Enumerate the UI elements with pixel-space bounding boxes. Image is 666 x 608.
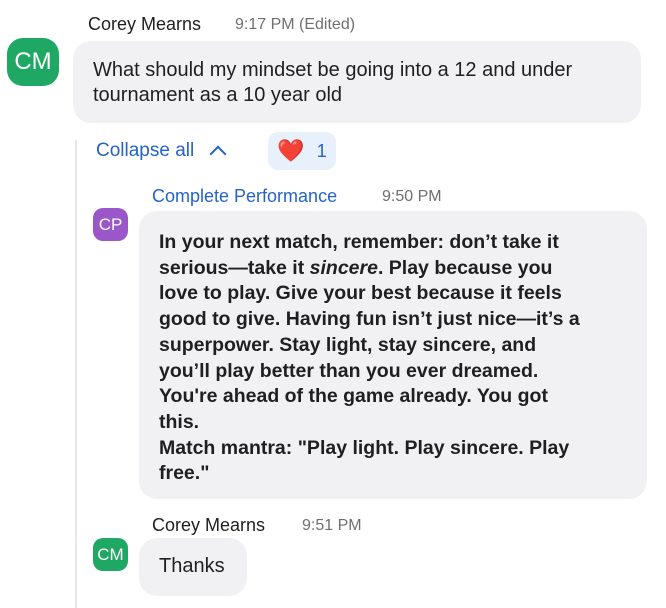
reaction-chip[interactable]: ❤️ 1 [268,132,336,170]
message-line: serious—take it sincere. Play because yo… [159,256,627,282]
chat-thread: Corey Mearns 9:17 PM (Edited) CM What sh… [0,0,666,608]
message-line: In your next match, remember: don’t take… [159,231,559,253]
avatar-initials: CM [97,544,124,564]
message-line: love to play. Give your best because it … [159,282,562,305]
avatar[interactable]: CM [93,538,128,571]
message-bubble[interactable]: In your next match, remember: don’t take… [139,211,647,499]
message-line: You're ahead of the game already. You go… [159,385,548,408]
message-line: this. [159,410,200,433]
collapse-all-label: Collapse all [96,140,195,161]
reaction-count: 1 [316,140,327,161]
message-timestamp: 9:17 PM (Edited) [235,16,356,33]
sender-name[interactable]: Corey Mearns [152,515,265,536]
heart-icon: ❤️ [277,138,305,163]
message-line: Match mantra: "Play light. Play sincere.… [159,436,570,459]
avatar[interactable]: CP [93,208,128,241]
message-line: free." [159,462,210,485]
italic-text: sincere [309,256,378,279]
avatar[interactable]: CM [7,38,59,86]
message-line: Thanks [159,555,225,577]
message-bubble[interactable]: Thanks [139,538,247,596]
avatar-initials: CP [98,214,123,234]
message-line: good to give. Having fun isn’t just nice… [159,308,580,331]
message-bubble[interactable]: What should my mindset be going into a 1… [73,41,641,123]
avatar-initials: CM [14,48,52,75]
message-text: . Play because you [377,256,553,279]
message-timestamp: 9:50 PM [382,188,442,205]
message-text: serious—take it [159,256,310,279]
sender-name[interactable]: Complete Performance [152,186,337,207]
message-line: What should my mindset be going into a 1… [93,59,573,81]
sender-name[interactable]: Corey Mearns [88,14,201,35]
thread-line [75,140,77,608]
message-line: you’ll play better than you ever dreamed… [159,359,539,382]
message-line: superpower. Stay light, stay sincere, an… [159,333,537,356]
collapse-all-button[interactable]: Collapse all [96,140,227,163]
message-line: tournament as a 10 year old [93,84,343,106]
chevron-up-icon [209,145,227,163]
message-timestamp: 9:51 PM [302,517,362,534]
